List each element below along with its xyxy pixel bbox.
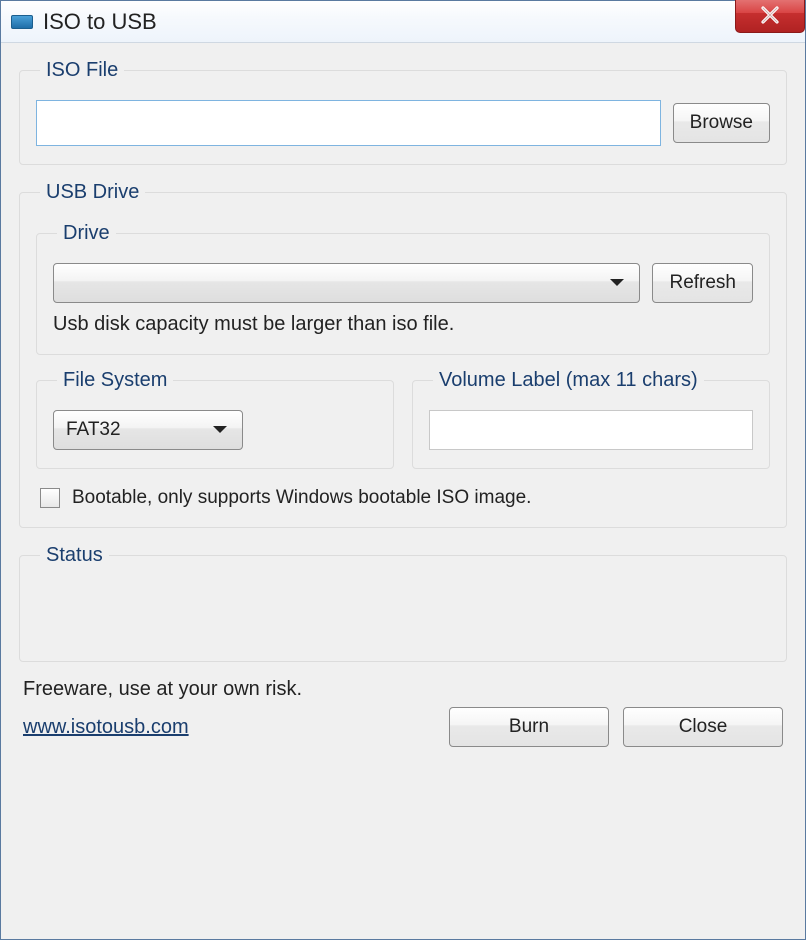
usb-drive-legend: USB Drive: [40, 181, 145, 204]
titlebar: ISO to USB: [1, 1, 805, 43]
drive-legend: Drive: [57, 222, 116, 245]
browse-button[interactable]: Browse: [673, 103, 770, 143]
drive-select[interactable]: [53, 263, 640, 303]
filesystem-select[interactable]: FAT32: [53, 410, 243, 450]
filesystem-legend: File System: [57, 369, 173, 392]
close-icon: [759, 4, 781, 26]
close-button[interactable]: Close: [623, 707, 783, 747]
filesystem-select-value: FAT32: [66, 419, 121, 441]
iso-path-input[interactable]: [36, 100, 661, 146]
bootable-label: Bootable, only supports Windows bootable…: [72, 487, 531, 509]
status-group: Status: [19, 544, 787, 662]
iso-file-legend: ISO File: [40, 59, 124, 82]
burn-button[interactable]: Burn: [449, 707, 609, 747]
refresh-button[interactable]: Refresh: [652, 263, 753, 303]
disclaimer-text: Freeware, use at your own risk.: [23, 678, 783, 701]
window-close-button[interactable]: [735, 0, 805, 33]
chevron-down-icon: [212, 425, 228, 435]
drive-subgroup: Drive Refresh Usb disk capacity must be …: [36, 222, 770, 355]
usb-drive-group: USB Drive Drive Refresh Usb disk capacit…: [19, 181, 787, 528]
volume-label-subgroup: Volume Label (max 11 chars): [412, 369, 770, 469]
status-text: [36, 585, 770, 643]
filesystem-subgroup: File System FAT32: [36, 369, 394, 469]
status-legend: Status: [40, 544, 109, 567]
client-area: ISO File Browse USB Drive Drive Refr: [1, 43, 805, 765]
bootable-checkbox[interactable]: [40, 488, 60, 508]
website-link[interactable]: www.isotousb.com: [23, 716, 189, 739]
app-window: ISO to USB ISO File Browse USB Drive Dri…: [0, 0, 806, 940]
volume-label-legend: Volume Label (max 11 chars): [433, 369, 704, 392]
app-icon: [11, 15, 33, 29]
footer: Freeware, use at your own risk. www.isot…: [19, 678, 787, 747]
window-title: ISO to USB: [43, 9, 157, 35]
volume-label-input[interactable]: [429, 410, 753, 450]
chevron-down-icon: [609, 278, 625, 288]
iso-file-group: ISO File Browse: [19, 59, 787, 165]
drive-hint: Usb disk capacity must be larger than is…: [53, 313, 753, 336]
